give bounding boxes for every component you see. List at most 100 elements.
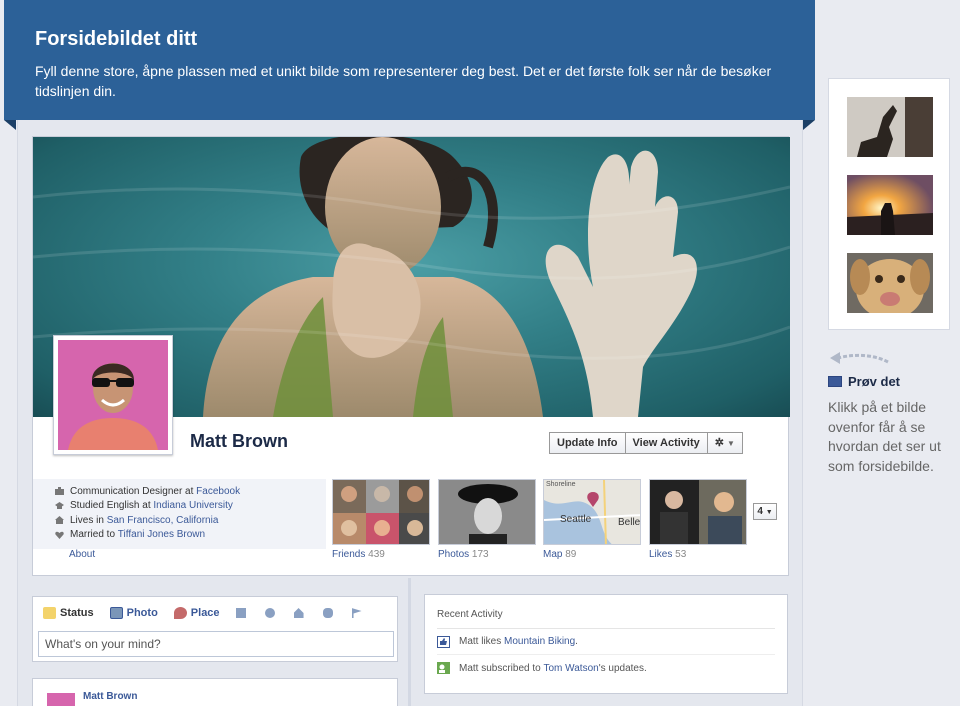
timeline-right-column: Recent Activity Matt likes Mountain Biki… <box>412 578 789 706</box>
banner-fold-left <box>4 120 16 130</box>
likes-tile[interactable] <box>649 479 747 545</box>
subscribe-icon <box>437 662 450 674</box>
banner-title: Forsidebildet ditt <box>35 28 198 50</box>
activity-link[interactable]: Tom Watson <box>544 663 599 674</box>
info-text: Lives in <box>70 514 104 526</box>
heart-icon <box>55 531 64 539</box>
tab-status[interactable]: Status <box>43 607 94 619</box>
gear-icon: ✲ <box>714 437 724 449</box>
settings-dropdown-button[interactable]: ✲ ▼ <box>707 432 743 454</box>
curved-arrow-icon <box>830 352 889 364</box>
try-it-title-text: Prøv det <box>848 374 901 389</box>
life-event-heart-icon[interactable] <box>264 608 275 618</box>
chevron-down-icon: ▼ <box>765 509 773 516</box>
timeline-left-column: Status Photo Place What's on your mind? … <box>32 578 408 706</box>
map-label-city1: Seattle <box>560 514 592 525</box>
suggested-cover-thumb[interactable] <box>847 97 933 157</box>
photos-label[interactable]: Photos 173 <box>438 549 489 560</box>
place-pin-icon <box>173 607 187 619</box>
activity-link[interactable]: Mountain Biking <box>504 636 575 647</box>
info-text: Communication Designer at <box>70 485 194 497</box>
like-thumb-icon <box>437 635 450 648</box>
friends-tile[interactable] <box>332 479 430 545</box>
recent-activity-title: Recent Activity <box>437 595 775 629</box>
timeline-post: Matt Brown <box>32 678 398 706</box>
suggested-cover-thumb[interactable] <box>847 175 933 235</box>
avatar[interactable] <box>47 693 75 706</box>
friends-label-text: Friends <box>332 549 366 560</box>
activity-suffix: . <box>575 636 578 647</box>
profile-name[interactable]: Matt Brown <box>190 431 288 452</box>
cover-icon <box>828 376 842 387</box>
profile-actions: Update Info View Activity ✲ ▼ <box>549 432 743 454</box>
try-it-text: Klikk på et bilde ovenfor får å se hvord… <box>828 399 941 474</box>
info-item: Lives in San Francisco, California <box>55 513 326 528</box>
likes-label-text: Likes <box>649 549 673 560</box>
more-count: 4 <box>757 506 763 517</box>
profile-info-box: Communication Designer at Facebook Studi… <box>33 479 326 549</box>
map-thumbnail: Shoreline Seattle Belle <box>544 480 641 544</box>
activity-item: Matt likes Mountain Biking. <box>437 629 775 655</box>
briefcase-icon <box>55 487 64 496</box>
life-event-home-icon[interactable] <box>293 608 304 618</box>
friends-collage <box>333 480 429 544</box>
cover-photo-banner: Forsidebildet ditt Fyll denne store, åpn… <box>4 0 815 120</box>
timeline-card: Matt Brown Update Info View Activity ✲ ▼… <box>32 136 790 576</box>
info-text: Studied English at <box>70 500 151 512</box>
likes-collage <box>650 480 746 544</box>
map-label-text: Map <box>543 549 563 560</box>
update-info-button[interactable]: Update Info <box>549 432 626 454</box>
info-link[interactable]: Facebook <box>196 486 240 497</box>
timeline-spine <box>408 578 411 706</box>
cover-suggestions-panel <box>828 78 950 330</box>
post-author[interactable]: Matt Brown <box>83 691 137 702</box>
suggested-cover-image <box>847 175 933 235</box>
likes-label[interactable]: Likes 53 <box>649 549 686 560</box>
about-link[interactable]: About <box>69 549 95 560</box>
friends-count: 439 <box>368 549 385 560</box>
info-link[interactable]: Tiffani Jones Brown <box>118 529 205 540</box>
graduation-cap-icon <box>55 501 64 509</box>
more-sections-button[interactable]: 4 ▼ <box>753 503 777 520</box>
map-label-top: Shoreline <box>546 481 576 488</box>
status-input[interactable]: What's on your mind? <box>38 631 394 657</box>
activity-suffix: 's updates. <box>598 662 647 674</box>
life-event-work-icon[interactable] <box>235 608 246 618</box>
status-icon <box>43 607 56 619</box>
banner-fold-right <box>803 120 815 130</box>
info-link[interactable]: Indiana University <box>153 500 232 511</box>
tab-photo[interactable]: Photo <box>109 607 158 619</box>
info-text: Married to <box>70 529 116 541</box>
recent-activity-box: Recent Activity Matt likes Mountain Biki… <box>424 594 788 694</box>
profile-picture[interactable] <box>53 335 173 455</box>
house-icon <box>55 516 64 525</box>
status-composer: Status Photo Place What's on your mind? <box>32 596 398 662</box>
info-link[interactable]: San Francisco, California <box>107 515 219 526</box>
likes-count: 53 <box>675 549 687 560</box>
info-item: Communication Designer at Facebook <box>55 484 326 499</box>
info-item: Studied English at Indiana University <box>55 499 326 514</box>
map-label-city2: Belle <box>618 517 641 528</box>
map-count: 89 <box>565 549 577 560</box>
tab-place-label: Place <box>190 607 220 619</box>
life-event-flag-icon[interactable] <box>351 608 362 618</box>
profile-photo-image <box>58 340 168 450</box>
suggested-cover-thumb[interactable] <box>847 253 933 313</box>
activity-item: Matt subscribed to Tom Watson's updates. <box>437 655 775 681</box>
photos-label-text: Photos <box>438 549 470 560</box>
photos-count: 173 <box>471 549 489 560</box>
view-activity-button[interactable]: View Activity <box>625 432 708 454</box>
tab-photo-label: Photo <box>126 607 158 619</box>
composer-tabs: Status Photo Place <box>33 597 397 629</box>
photos-thumbnail <box>439 480 535 544</box>
suggested-cover-image <box>847 97 933 157</box>
map-tile[interactable]: Shoreline Seattle Belle <box>543 479 641 545</box>
info-item: Married to Tiffani Jones Brown <box>55 528 326 543</box>
tab-place[interactable]: Place <box>173 607 220 619</box>
photo-icon <box>109 607 123 619</box>
tab-status-label: Status <box>60 607 94 619</box>
friends-label[interactable]: Friends 439 <box>332 549 385 560</box>
map-label[interactable]: Map 89 <box>543 549 576 560</box>
life-event-health-icon[interactable] <box>322 608 333 618</box>
photos-tile[interactable] <box>438 479 536 545</box>
